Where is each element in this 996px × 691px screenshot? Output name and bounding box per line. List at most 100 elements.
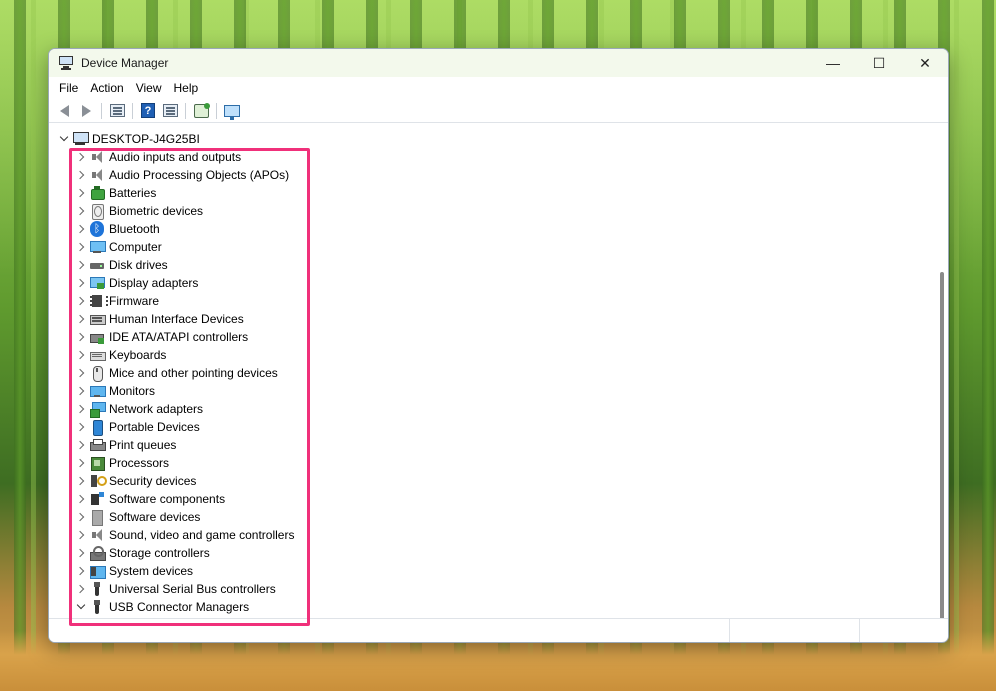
- tree-item-usb-connector-managers[interactable]: USB Connector Managers: [49, 598, 934, 616]
- menu-help[interactable]: Help: [168, 77, 205, 99]
- menu-view[interactable]: View: [130, 77, 168, 99]
- chevron-down-icon[interactable]: [58, 130, 70, 148]
- chevron-right-icon[interactable]: [75, 454, 87, 472]
- tree-item-disk-drives[interactable]: Disk drives: [49, 256, 934, 274]
- tree-item-keyboards[interactable]: Keyboards: [49, 346, 934, 364]
- chevron-right-icon[interactable]: [75, 526, 87, 544]
- chevron-right-icon[interactable]: [75, 274, 87, 292]
- chevron-right-icon[interactable]: [75, 220, 87, 238]
- tree-item-computer[interactable]: Computer: [49, 238, 934, 256]
- tree-item-label: Print queues: [109, 438, 177, 452]
- tree-item-label: USB Connector Managers: [109, 600, 250, 614]
- system-device-icon: [89, 563, 106, 579]
- device-tree-panel[interactable]: DESKTOP-J4G25BI Audio inputs and outputs…: [49, 124, 948, 642]
- menu-file[interactable]: File: [53, 77, 84, 99]
- tree-item-firmware[interactable]: Firmware: [49, 292, 934, 310]
- chevron-right-icon[interactable]: [75, 184, 87, 202]
- chevron-down-icon[interactable]: [75, 598, 87, 616]
- tree-item-label: Processors: [109, 456, 170, 470]
- toolbar-separator: [185, 102, 186, 119]
- tree-item-audio-processing[interactable]: Audio Processing Objects (APOs): [49, 166, 934, 184]
- portable-device-icon: [89, 419, 105, 436]
- chevron-right-icon[interactable]: [75, 166, 87, 184]
- vertical-scrollbar[interactable]: [940, 272, 944, 642]
- tree-item-label: Universal Serial Bus controllers: [109, 582, 276, 596]
- tree-item-label: Monitors: [109, 384, 156, 398]
- speaker-icon: [89, 167, 105, 183]
- tree-item-label: Portable Devices: [109, 420, 200, 434]
- tree-item-sound-video-game[interactable]: Sound, video and game controllers: [49, 526, 934, 544]
- tree-item-biometric[interactable]: Biometric devices: [49, 202, 934, 220]
- status-cell-2: [730, 619, 860, 642]
- tree-item-audio-inputs[interactable]: Audio inputs and outputs: [49, 148, 934, 166]
- minimize-button[interactable]: —: [810, 49, 856, 77]
- toolbar-separator: [216, 102, 217, 119]
- tree-item-label: Batteries: [109, 186, 157, 200]
- tree-item-portable-devices[interactable]: Portable Devices: [49, 418, 934, 436]
- tree-item-network-adapters[interactable]: Network adapters: [49, 400, 934, 418]
- device-manager-icon: [58, 55, 74, 71]
- back-icon: [59, 104, 69, 117]
- tree-item-software-components[interactable]: Software components: [49, 490, 934, 508]
- chevron-right-icon[interactable]: [75, 382, 87, 400]
- tree-item-label: Audio inputs and outputs: [109, 150, 242, 164]
- display-monitor-button[interactable]: [221, 101, 243, 121]
- maximize-button[interactable]: ☐: [856, 49, 902, 77]
- status-cell-3: [860, 619, 948, 642]
- speaker-icon: [89, 149, 105, 165]
- mouse-icon: [89, 365, 105, 382]
- display-adapter-icon: [89, 275, 105, 291]
- help-button[interactable]: ?: [137, 101, 159, 121]
- tree-item-monitors[interactable]: Monitors: [49, 382, 934, 400]
- tree-item-display-adapters[interactable]: Display adapters: [49, 274, 934, 292]
- tree-item-usb-controllers[interactable]: Universal Serial Bus controllers: [49, 580, 934, 598]
- tree-item-processors[interactable]: Processors: [49, 454, 934, 472]
- view-button[interactable]: [159, 101, 181, 121]
- chevron-right-icon[interactable]: [75, 508, 87, 526]
- back-button[interactable]: [53, 101, 75, 121]
- tree-item-label: Human Interface Devices: [109, 312, 244, 326]
- chevron-right-icon[interactable]: [75, 202, 87, 220]
- chevron-right-icon[interactable]: [75, 418, 87, 436]
- tree-item-bluetooth[interactable]: Bluetooth: [49, 220, 934, 238]
- tree-item-label: Security devices: [109, 474, 197, 488]
- tree-item-hid[interactable]: Human Interface Devices: [49, 310, 934, 328]
- ide-controller-icon: [89, 329, 105, 345]
- chevron-right-icon[interactable]: [75, 400, 87, 418]
- properties-button[interactable]: [106, 101, 128, 121]
- close-button[interactable]: ✕: [902, 49, 948, 77]
- chevron-right-icon[interactable]: [75, 256, 87, 274]
- tree-item-batteries[interactable]: Batteries: [49, 184, 934, 202]
- tree-item-system-devices[interactable]: System devices: [49, 562, 934, 580]
- chevron-right-icon[interactable]: [75, 472, 87, 490]
- chevron-right-icon[interactable]: [75, 148, 87, 166]
- tree-item-print-queues[interactable]: Print queues: [49, 436, 934, 454]
- tree-item-label: Software devices: [109, 510, 201, 524]
- tree-root[interactable]: DESKTOP-J4G25BI: [49, 130, 934, 148]
- security-key-icon: [89, 473, 107, 489]
- forward-icon: [81, 104, 91, 117]
- forward-button[interactable]: [75, 101, 97, 121]
- title-bar[interactable]: Device Manager — ☐ ✕: [49, 49, 948, 77]
- chevron-right-icon[interactable]: [75, 292, 87, 310]
- tree-item-label: Mice and other pointing devices: [109, 366, 278, 380]
- processor-icon: [89, 455, 105, 471]
- chevron-right-icon[interactable]: [75, 544, 87, 562]
- chevron-right-icon[interactable]: [75, 310, 87, 328]
- chevron-right-icon[interactable]: [75, 346, 87, 364]
- help-icon: ?: [141, 103, 155, 118]
- tree-item-security-devices[interactable]: Security devices: [49, 472, 934, 490]
- menu-action[interactable]: Action: [84, 77, 129, 99]
- scan-hardware-button[interactable]: [190, 101, 212, 121]
- tree-item-ide[interactable]: IDE ATA/ATAPI controllers: [49, 328, 934, 346]
- tree-item-mice[interactable]: Mice and other pointing devices: [49, 364, 934, 382]
- chevron-right-icon[interactable]: [75, 490, 87, 508]
- chevron-right-icon[interactable]: [75, 238, 87, 256]
- chevron-right-icon[interactable]: [75, 364, 87, 382]
- tree-item-storage-controllers[interactable]: Storage controllers: [49, 544, 934, 562]
- chevron-right-icon[interactable]: [75, 328, 87, 346]
- tree-item-software-devices[interactable]: Software devices: [49, 508, 934, 526]
- chevron-right-icon[interactable]: [75, 562, 87, 580]
- chevron-right-icon[interactable]: [75, 580, 87, 598]
- chevron-right-icon[interactable]: [75, 436, 87, 454]
